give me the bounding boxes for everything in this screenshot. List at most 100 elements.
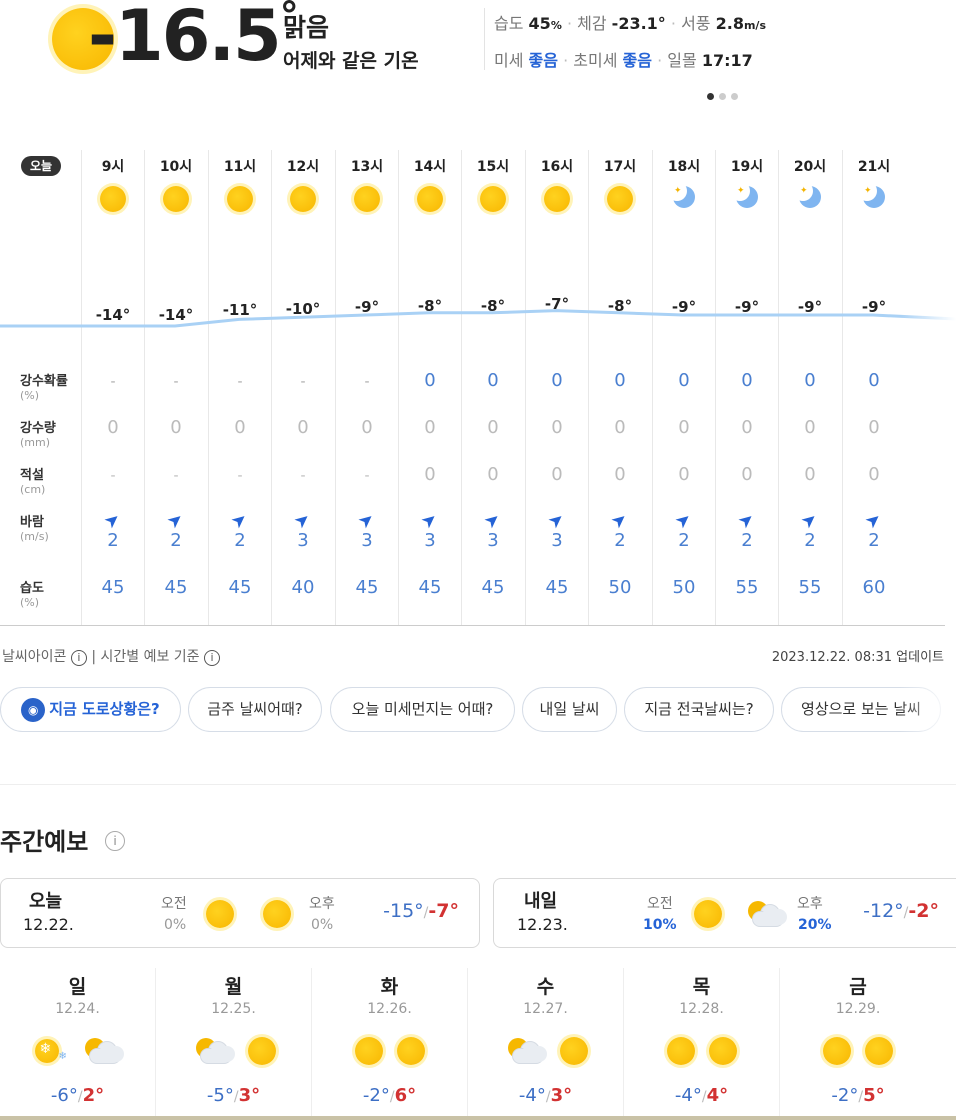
weekly-title: 주간예보 <box>0 828 89 856</box>
humidity-value: 55 <box>735 577 759 598</box>
humidity-value: 55 <box>798 577 822 598</box>
humidity-value: 45 <box>101 577 125 598</box>
day-name: 일 <box>68 976 87 998</box>
snow-label: 적설 (cm) <box>20 468 46 496</box>
precip-value: 0 <box>361 417 373 438</box>
am-label: 오전 <box>647 896 673 912</box>
hour-column: 13시 -9° -0- ➤ 3 45 <box>335 150 398 625</box>
sun-icon <box>206 900 234 928</box>
bottom-edge <box>0 1116 956 1120</box>
moon-icon: ✦ <box>730 181 760 210</box>
day-name: 월 <box>224 976 243 998</box>
precip-prob-value: 0 <box>678 370 690 391</box>
wind-speed: 2 <box>614 530 626 551</box>
wind-label: 바람 (m/s) <box>20 515 49 543</box>
precip-prob-value: 0 <box>868 370 880 391</box>
sun-icon <box>694 900 722 928</box>
precip-value: 0 <box>741 417 753 438</box>
precip-value: 0 <box>868 417 880 438</box>
hour-column: 16시 -7° 0 0 0 ➤ 3 45 <box>525 150 588 625</box>
weekly-today-card[interactable]: 오늘 12.22. 오전 0% 오후 0% -15°/-7° <box>0 878 480 948</box>
snow-value: 0 <box>868 464 880 485</box>
chip-this-week[interactable]: 금주 날씨어때? <box>188 687 322 732</box>
chip-fine-dust[interactable]: 오늘 미세먼지는 어때? <box>330 687 515 732</box>
am-precip: 10% <box>643 917 677 933</box>
partly-cloudy-icon <box>744 899 787 929</box>
precip-prob-value: - <box>364 374 370 390</box>
moon-icon: ✦ <box>667 181 697 210</box>
precip-prob-value: 0 <box>741 370 753 391</box>
snow-value: 0 <box>424 464 436 485</box>
chip-road-status[interactable]: ◉ 지금 도로상황은? <box>0 687 181 732</box>
snow-value: 0 <box>741 464 753 485</box>
hour-label: 14시 <box>413 159 447 175</box>
hour-column: 14시 -8° 0 0 0 ➤ 3 45 <box>398 150 461 625</box>
weekly-day-tue[interactable]: 화 12.26. -2°/6° <box>312 968 468 1120</box>
weekly-day-mon[interactable]: 월 12.25. -5°/3° <box>156 968 312 1120</box>
hour-label: 15시 <box>476 159 510 175</box>
humidity-value: 60 <box>862 577 886 598</box>
precip-value: 0 <box>107 417 119 438</box>
precip-prob-label: 강수확률 (%) <box>20 374 68 402</box>
sun-icon <box>247 1037 276 1065</box>
hourly-footer-left[interactable]: 날씨아이콘 i | 시간별 예보 기준 i <box>2 646 220 666</box>
wind-direction-icon: ➤ <box>861 507 887 534</box>
wind-direction-icon: ➤ <box>734 507 760 534</box>
weekly-day-wed[interactable]: 수 12.27. -4°/3° <box>468 968 624 1120</box>
chip-nationwide[interactable]: 지금 전국날씨는? <box>624 687 774 732</box>
precip-value: 0 <box>170 417 182 438</box>
weekly-day-thu[interactable]: 목 12.28. -4°/4° <box>624 968 780 1120</box>
precip-value: 0 <box>804 417 816 438</box>
precip-prob-value: 0 <box>424 370 436 391</box>
temperature-line-path <box>0 309 956 328</box>
wind-direction-icon: ➤ <box>480 507 506 534</box>
chip-tomorrow[interactable]: 내일 날씨 <box>522 687 617 732</box>
hour-label: 9시 <box>101 159 125 175</box>
am-precip: 0% <box>164 917 187 933</box>
wind-direction-icon: ➤ <box>227 507 253 534</box>
snow-value: - <box>300 468 306 484</box>
pm-label: 오후 <box>309 896 335 912</box>
snow-value: - <box>173 468 179 484</box>
pm-precip: 20% <box>798 917 832 933</box>
cctv-icon: ◉ <box>21 697 46 722</box>
info-icon[interactable]: i <box>105 831 125 851</box>
hour-column: 15시 -8° 0 0 0 ➤ 3 45 <box>461 150 524 625</box>
weekly-day-fri[interactable]: 금 12.29. -2°/5° <box>780 968 936 1120</box>
sun-icon <box>163 186 189 212</box>
today-badge: 오늘 <box>21 156 61 176</box>
hour-label: 11시 <box>223 159 257 175</box>
info-icon[interactable]: i <box>70 650 87 666</box>
wind-direction-icon: ➤ <box>797 507 823 534</box>
wind-speed: 2 <box>107 530 119 551</box>
hour-label: 18시 <box>667 159 701 175</box>
current-temperature: -16.5° <box>88 0 299 77</box>
hour-label: 20시 <box>793 159 827 175</box>
partly-cloudy-icon <box>81 1036 124 1066</box>
weekly-day-sun[interactable]: 일 12.24. ❄ ❄ -6°/2° <box>0 968 156 1120</box>
pager-dots[interactable] <box>707 85 738 104</box>
info-icon[interactable]: i <box>204 650 220 666</box>
sun-icon <box>263 900 291 928</box>
precip-label: 강수량 (mm) <box>20 421 56 449</box>
weekly-tomorrow-card[interactable]: 내일 12.23. 오전 10% 오후 20% -12°/-2° <box>493 878 956 948</box>
day-name: 금 <box>849 976 867 998</box>
hour-column: 17시 -8° 0 0 0 ➤ 2 50 <box>588 150 651 625</box>
sun-icon <box>708 1037 737 1065</box>
wind-direction-icon: ➤ <box>354 507 380 534</box>
pm-precip: 0% <box>311 917 334 933</box>
humidity-label: 습도 (%) <box>20 581 44 609</box>
hour-label: 12시 <box>286 159 320 175</box>
sun-icon <box>290 186 316 212</box>
precip-value: 0 <box>297 417 309 438</box>
hour-column: 12시 -10° -0- ➤ 3 40 <box>271 150 334 625</box>
precip-value: 0 <box>487 417 499 438</box>
am-label: 오전 <box>161 896 187 912</box>
partly-cloudy-icon <box>504 1036 547 1066</box>
precip-value: 0 <box>678 417 690 438</box>
pm-label: 오후 <box>797 896 823 912</box>
precip-prob-value: 0 <box>804 370 816 391</box>
section-divider <box>0 784 956 785</box>
wind-speed: 3 <box>297 530 309 551</box>
wind-speed: 2 <box>741 530 753 551</box>
